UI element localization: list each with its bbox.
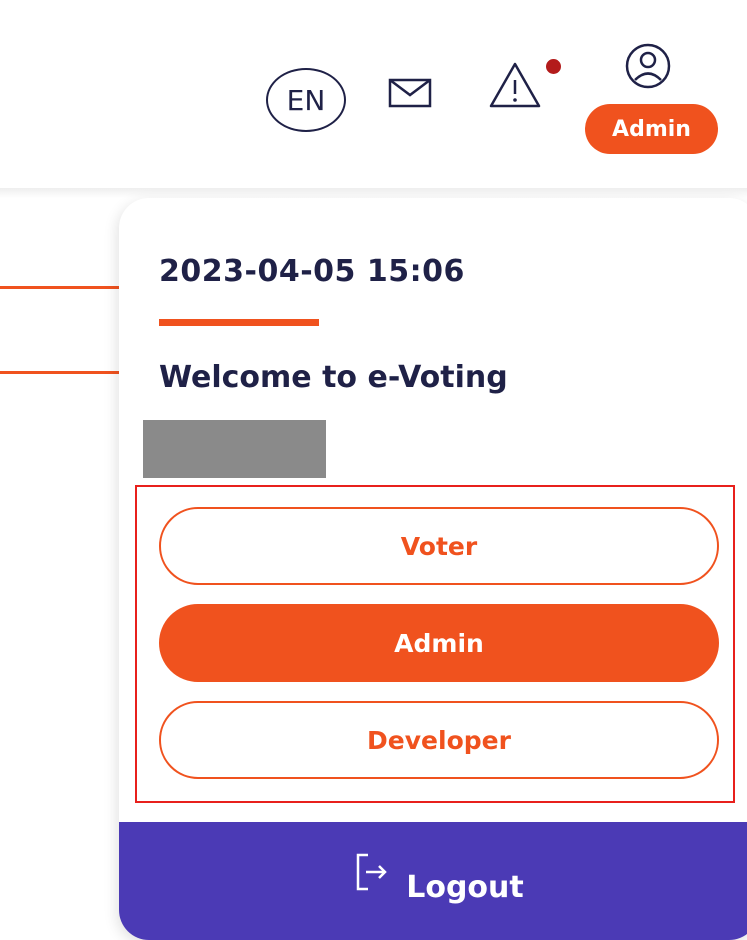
notification-dot bbox=[546, 59, 561, 74]
accent-divider bbox=[159, 319, 319, 326]
warning-icon bbox=[489, 62, 541, 108]
current-role-badge: Admin bbox=[585, 104, 718, 154]
role-button-voter[interactable]: Voter bbox=[159, 507, 719, 585]
role-button-label: Voter bbox=[400, 531, 478, 561]
profile-button[interactable] bbox=[625, 43, 671, 89]
role-button-developer[interactable]: Developer bbox=[159, 701, 719, 779]
logout-label: Logout bbox=[406, 869, 524, 905]
logout-icon bbox=[356, 853, 388, 891]
header-divider bbox=[0, 188, 747, 198]
logout-button[interactable]: Logout bbox=[119, 822, 747, 940]
language-switcher[interactable]: EN bbox=[266, 68, 346, 132]
user-dropdown-panel: 2023-04-05 15:06 Welcome to e-Voting Vot… bbox=[119, 198, 747, 940]
redacted-username bbox=[143, 420, 326, 478]
role-badge-label: Admin bbox=[612, 116, 691, 142]
top-header: EN Admin bbox=[0, 0, 747, 190]
mail-button[interactable] bbox=[388, 78, 432, 108]
role-button-label: Admin bbox=[394, 628, 484, 658]
background-accent-line bbox=[0, 286, 122, 289]
role-button-admin[interactable]: Admin bbox=[159, 604, 719, 682]
current-datetime: 2023-04-05 15:06 bbox=[159, 254, 465, 289]
user-icon bbox=[625, 43, 671, 89]
welcome-message: Welcome to e-Voting bbox=[159, 360, 508, 395]
language-label: EN bbox=[286, 83, 326, 117]
background-accent-line bbox=[0, 371, 122, 374]
role-selector-group: Voter Admin Developer bbox=[135, 485, 735, 803]
mail-icon bbox=[388, 78, 432, 108]
role-button-label: Developer bbox=[367, 725, 511, 755]
